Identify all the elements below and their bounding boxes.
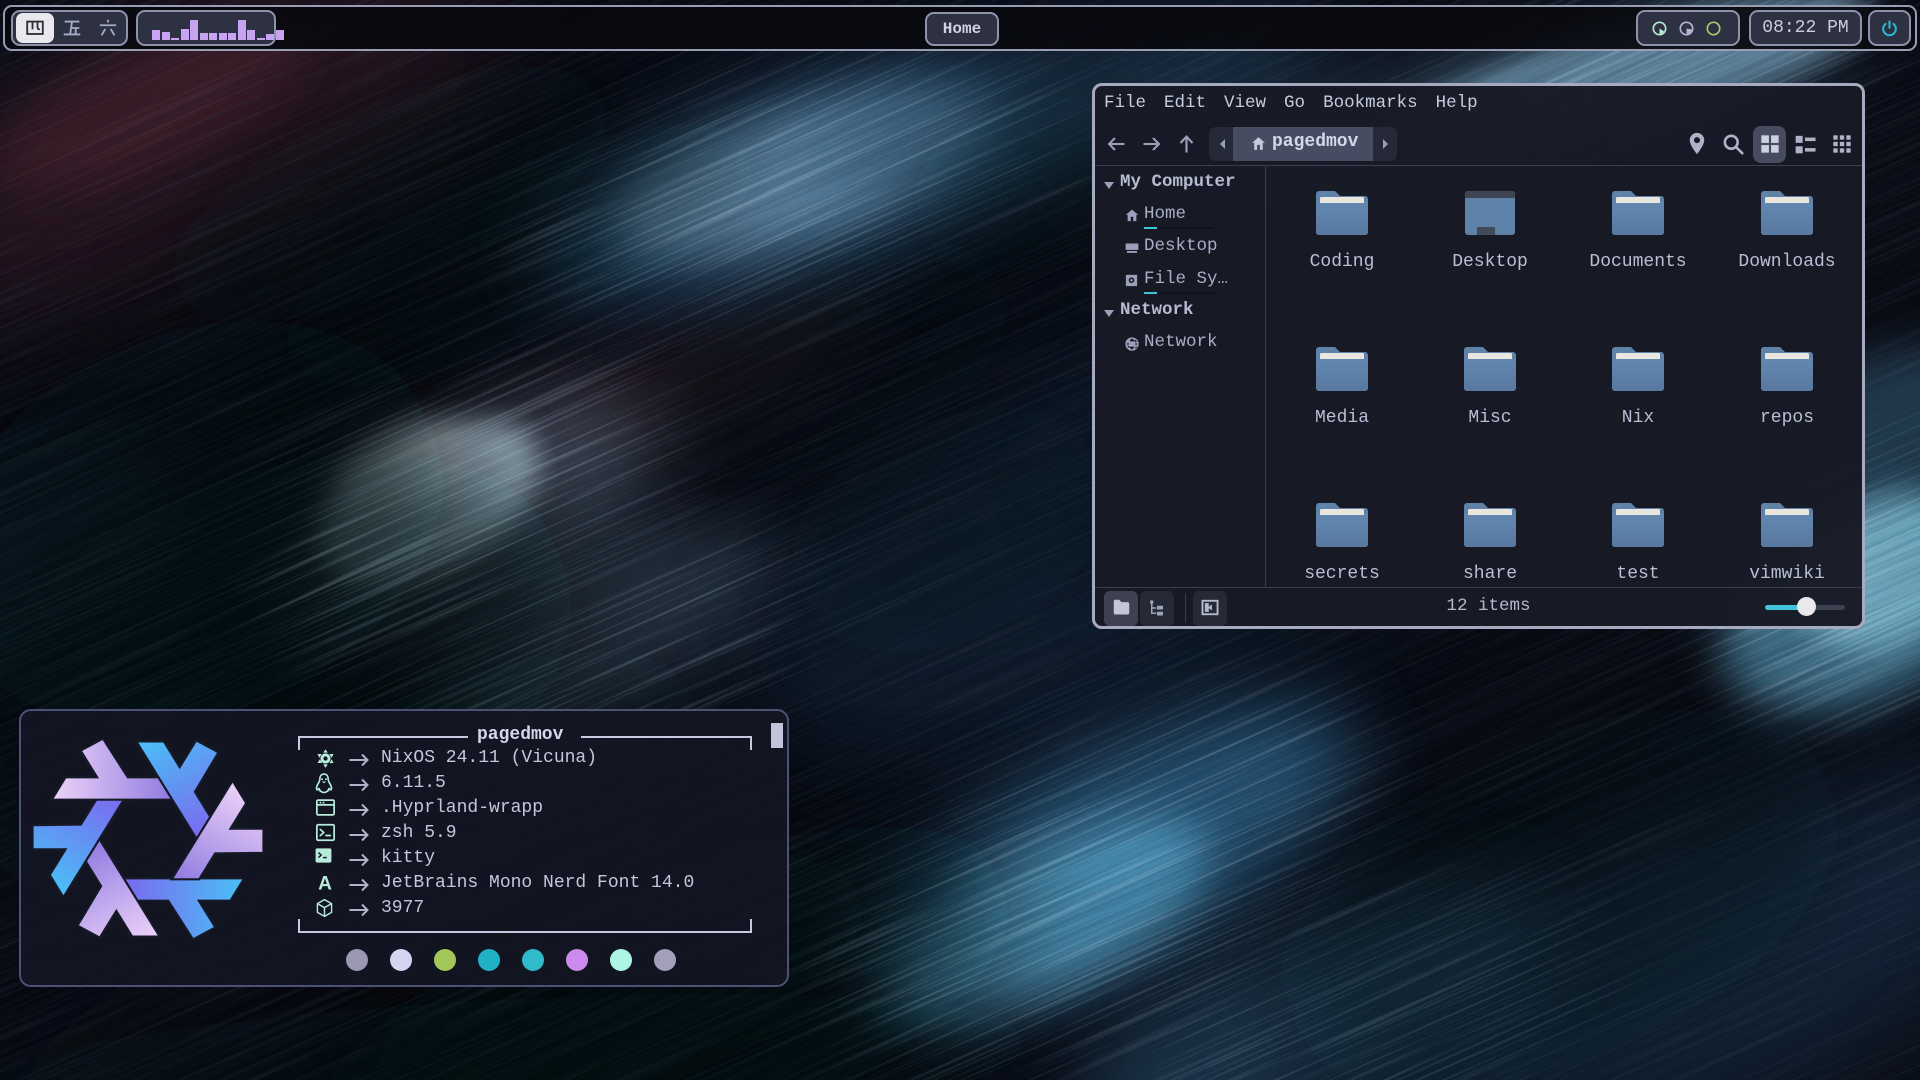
svg-text:A: A <box>318 873 332 893</box>
